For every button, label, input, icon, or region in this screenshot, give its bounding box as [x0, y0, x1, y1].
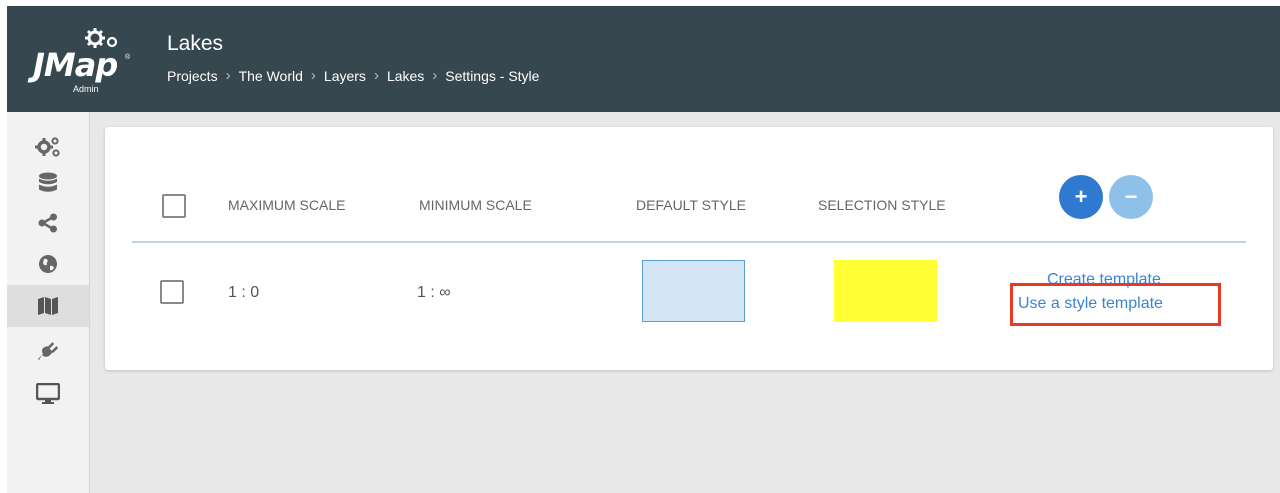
- breadcrumb-the-world[interactable]: The World: [239, 68, 303, 84]
- map-icon: [38, 297, 58, 315]
- header-minimum-scale: MINIMUM SCALE: [419, 197, 532, 213]
- share-icon: [38, 213, 57, 233]
- logo-subtitle: Admin: [73, 84, 99, 94]
- breadcrumb-lakes[interactable]: Lakes: [387, 68, 424, 84]
- logo-text: JMap: [33, 46, 118, 84]
- breadcrumb-separator: ›: [310, 67, 316, 84]
- sidebar-item-share[interactable]: [7, 202, 89, 244]
- logo-registered-mark: ®: [125, 54, 131, 61]
- jmap-logo[interactable]: JMap ® Admin: [31, 26, 141, 96]
- monitor-icon: [36, 383, 60, 404]
- globe-icon: [39, 255, 57, 273]
- breadcrumb-separator: ›: [225, 67, 231, 84]
- page-title: Lakes: [167, 32, 224, 55]
- remove-label: −: [1124, 184, 1138, 209]
- breadcrumb-projects[interactable]: Projects: [167, 68, 218, 84]
- plug-icon: [38, 342, 59, 360]
- app-header: JMap ® Admin Lakes Projects › The World …: [7, 6, 1280, 112]
- breadcrumb-layers[interactable]: Layers: [324, 68, 366, 84]
- breadcrumb-separator: ›: [432, 67, 438, 84]
- sidebar-item-map[interactable]: [7, 285, 89, 327]
- gears-icon: [35, 137, 60, 157]
- table-header-divider: [132, 241, 1246, 243]
- sidebar-item-display[interactable]: [7, 373, 89, 415]
- sidebar-item-extensions[interactable]: [7, 330, 89, 372]
- row-checkbox[interactable]: [160, 280, 184, 304]
- header-default-style: DEFAULT STYLE: [636, 197, 746, 213]
- app-frame: JMap ® Admin Lakes Projects › The World …: [7, 6, 1280, 493]
- sidebar: [7, 112, 90, 493]
- sidebar-item-data[interactable]: [7, 162, 89, 204]
- create-template-link[interactable]: Create template: [1047, 271, 1161, 289]
- use-style-template-link[interactable]: Use a style template: [1018, 295, 1163, 313]
- header-maximum-scale: MAXIMUM SCALE: [228, 197, 346, 213]
- select-all-checkbox[interactable]: [162, 194, 186, 218]
- default-style-swatch[interactable]: [642, 260, 745, 322]
- add-style-button[interactable]: +: [1059, 175, 1103, 219]
- breadcrumb-settings-style: Settings - Style: [445, 67, 540, 84]
- breadcrumb-separator: ›: [373, 67, 379, 84]
- breadcrumb: Projects › The World › Layers › Lakes › …: [167, 67, 539, 84]
- header-selection-style: SELECTION STYLE: [818, 197, 946, 213]
- database-icon: [39, 172, 57, 192]
- sidebar-item-globe[interactable]: [7, 243, 89, 285]
- min-scale-value: 1 : ∞: [417, 284, 451, 301]
- remove-style-button[interactable]: −: [1109, 175, 1153, 219]
- add-label: +: [1074, 184, 1088, 209]
- style-settings-card: MAXIMUM SCALE MINIMUM SCALE DEFAULT STYL…: [105, 127, 1273, 370]
- max-scale-value: 1 : 0: [228, 284, 260, 301]
- selection-style-swatch[interactable]: [834, 260, 937, 322]
